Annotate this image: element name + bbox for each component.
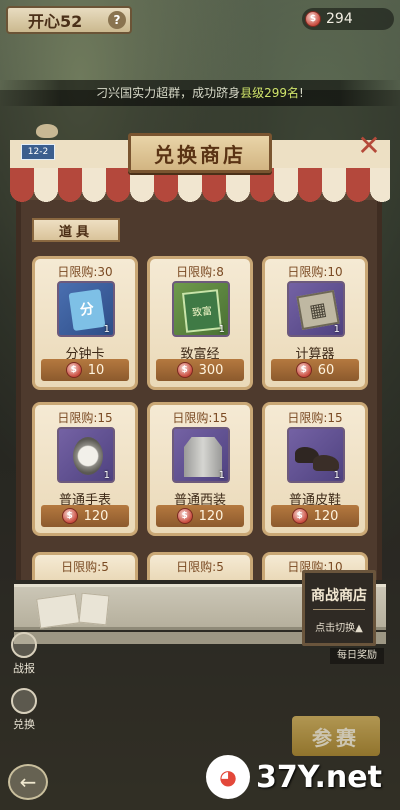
coin-icon: $ <box>291 508 308 524</box>
item-price: 10 <box>87 362 105 378</box>
item-quantity: 1 <box>333 470 340 481</box>
price-button[interactable]: $ 120 <box>156 505 244 527</box>
shop-item-card[interactable]: 日限购:8 致富 1 致富经 $ 300 <box>147 256 253 390</box>
item-quantity: 1 <box>103 470 110 481</box>
price-button[interactable]: $ 300 <box>156 359 244 381</box>
price-button[interactable]: $ 10 <box>41 359 129 381</box>
side-sign-divider <box>313 609 365 610</box>
watermark-logo-icon: ◕ <box>206 755 250 799</box>
item-price: 120 <box>313 508 339 524</box>
exchange-label: 兑换 <box>13 718 35 731</box>
daily-limit: 日限购:15 <box>57 411 113 425</box>
daily-limit: 日限购:8 <box>176 265 224 279</box>
back-icon[interactable]: ← <box>8 764 48 800</box>
ticker-text: 刁兴国实力超群，成功跻身 <box>96 86 241 100</box>
calculator-icon: ▦ 1 <box>287 281 345 337</box>
side-sign-action: 点击切换▲ <box>315 623 363 634</box>
awning-scallop <box>10 168 390 202</box>
watermark-text: 37Y.net <box>256 759 382 795</box>
item-price: 60 <box>317 362 335 378</box>
minute-card-glyph: 分 <box>68 288 106 332</box>
shop-item-card[interactable]: 日限购:10 ▦ 1 计算器 $ 60 <box>262 256 368 390</box>
battle-report-button[interactable]: 战报 <box>8 632 40 682</box>
currency-display[interactable]: $ 294 <box>302 8 394 30</box>
wealth-book-glyph: 致富 <box>182 289 222 333</box>
report-icon <box>11 632 37 658</box>
suit-shape <box>184 437 222 477</box>
item-quantity: 1 <box>103 324 110 335</box>
player-title-tag[interactable]: 开心52 ? <box>6 6 132 34</box>
item-quantity: 1 <box>218 324 225 335</box>
watch-icon: 1 <box>57 427 115 483</box>
daily-limit: 日限购:15 <box>287 411 343 425</box>
daily-limit: 日限购:30 <box>57 265 113 279</box>
coin-icon: $ <box>61 508 78 524</box>
watch-face <box>73 437 103 475</box>
item-quantity: 1 <box>333 324 340 335</box>
paper-decoration <box>36 593 80 629</box>
item-quantity: 1 <box>218 470 225 481</box>
shop-item-card[interactable]: 日限购:15 1 普通西装 $ 120 <box>147 402 253 536</box>
minute-card-icon: 分 1 <box>57 281 115 337</box>
shop-switch-sign[interactable]: 商战商店 点击切换▲ <box>302 570 376 646</box>
help-icon[interactable]: ? <box>108 11 126 29</box>
shop-item-card[interactable]: 日限购:30 分 1 分钟卡 $ 10 <box>32 256 138 390</box>
close-icon[interactable]: ✕ <box>356 132 382 160</box>
coin-icon: $ <box>305 11 321 27</box>
item-price: 300 <box>198 362 224 378</box>
item-price: 120 <box>83 508 109 524</box>
side-sign-title: 商战商店 <box>311 588 367 604</box>
currency-amount: 294 <box>326 11 353 27</box>
price-button[interactable]: $ 60 <box>271 359 359 381</box>
coin-icon: $ <box>176 508 193 524</box>
battle-report-label: 战报 <box>13 662 35 675</box>
daily-limit: 日限购:10 <box>287 265 343 279</box>
daily-limit: 日限购:15 <box>172 411 228 425</box>
daily-limit: 日限购:5 <box>176 560 224 574</box>
news-ticker: 刁兴国实力超群，成功跻身县级299名! <box>0 80 400 106</box>
player-title: 开心52 <box>28 12 83 31</box>
coin-icon: $ <box>295 362 312 378</box>
suit-icon: 1 <box>172 427 230 483</box>
price-button[interactable]: $ 120 <box>41 505 129 527</box>
daily-reward-label[interactable]: 每日奖励 <box>330 648 384 664</box>
paper-decoration <box>78 592 110 626</box>
ticker-highlight: 县级299名 <box>240 86 300 100</box>
bird-decoration-icon <box>36 124 58 138</box>
coin-icon: $ <box>176 362 193 378</box>
wealth-book-icon: 致富 1 <box>172 281 230 337</box>
shop-title-sign: 兑换商店 <box>128 133 272 173</box>
coin-icon: $ <box>65 362 82 378</box>
shop-item-card[interactable]: 日限购:15 1 普通手表 $ 120 <box>32 402 138 536</box>
price-button[interactable]: $ 120 <box>271 505 359 527</box>
shoe-right <box>313 455 339 471</box>
watermark: ◕ 37Y.net <box>206 752 392 802</box>
ticker-suffix: ! <box>299 86 304 100</box>
exchange-button[interactable]: 兑换 <box>8 688 40 738</box>
exchange-icon <box>11 688 37 714</box>
daily-limit: 日限购:5 <box>61 560 109 574</box>
shop-item-card-partial[interactable]: 日限购:5 <box>32 552 138 580</box>
shop-item-card-partial[interactable]: 日限购:5 <box>147 552 253 580</box>
join-button[interactable]: 参赛 <box>292 716 380 756</box>
category-tab-props[interactable]: 道具 <box>32 218 120 242</box>
shoes-icon: 1 <box>287 427 345 483</box>
shop-item-card[interactable]: 日限购:15 1 普通皮鞋 $ 120 <box>262 402 368 536</box>
house-number-plate: 12-2 <box>21 144 55 160</box>
item-price: 120 <box>198 508 224 524</box>
